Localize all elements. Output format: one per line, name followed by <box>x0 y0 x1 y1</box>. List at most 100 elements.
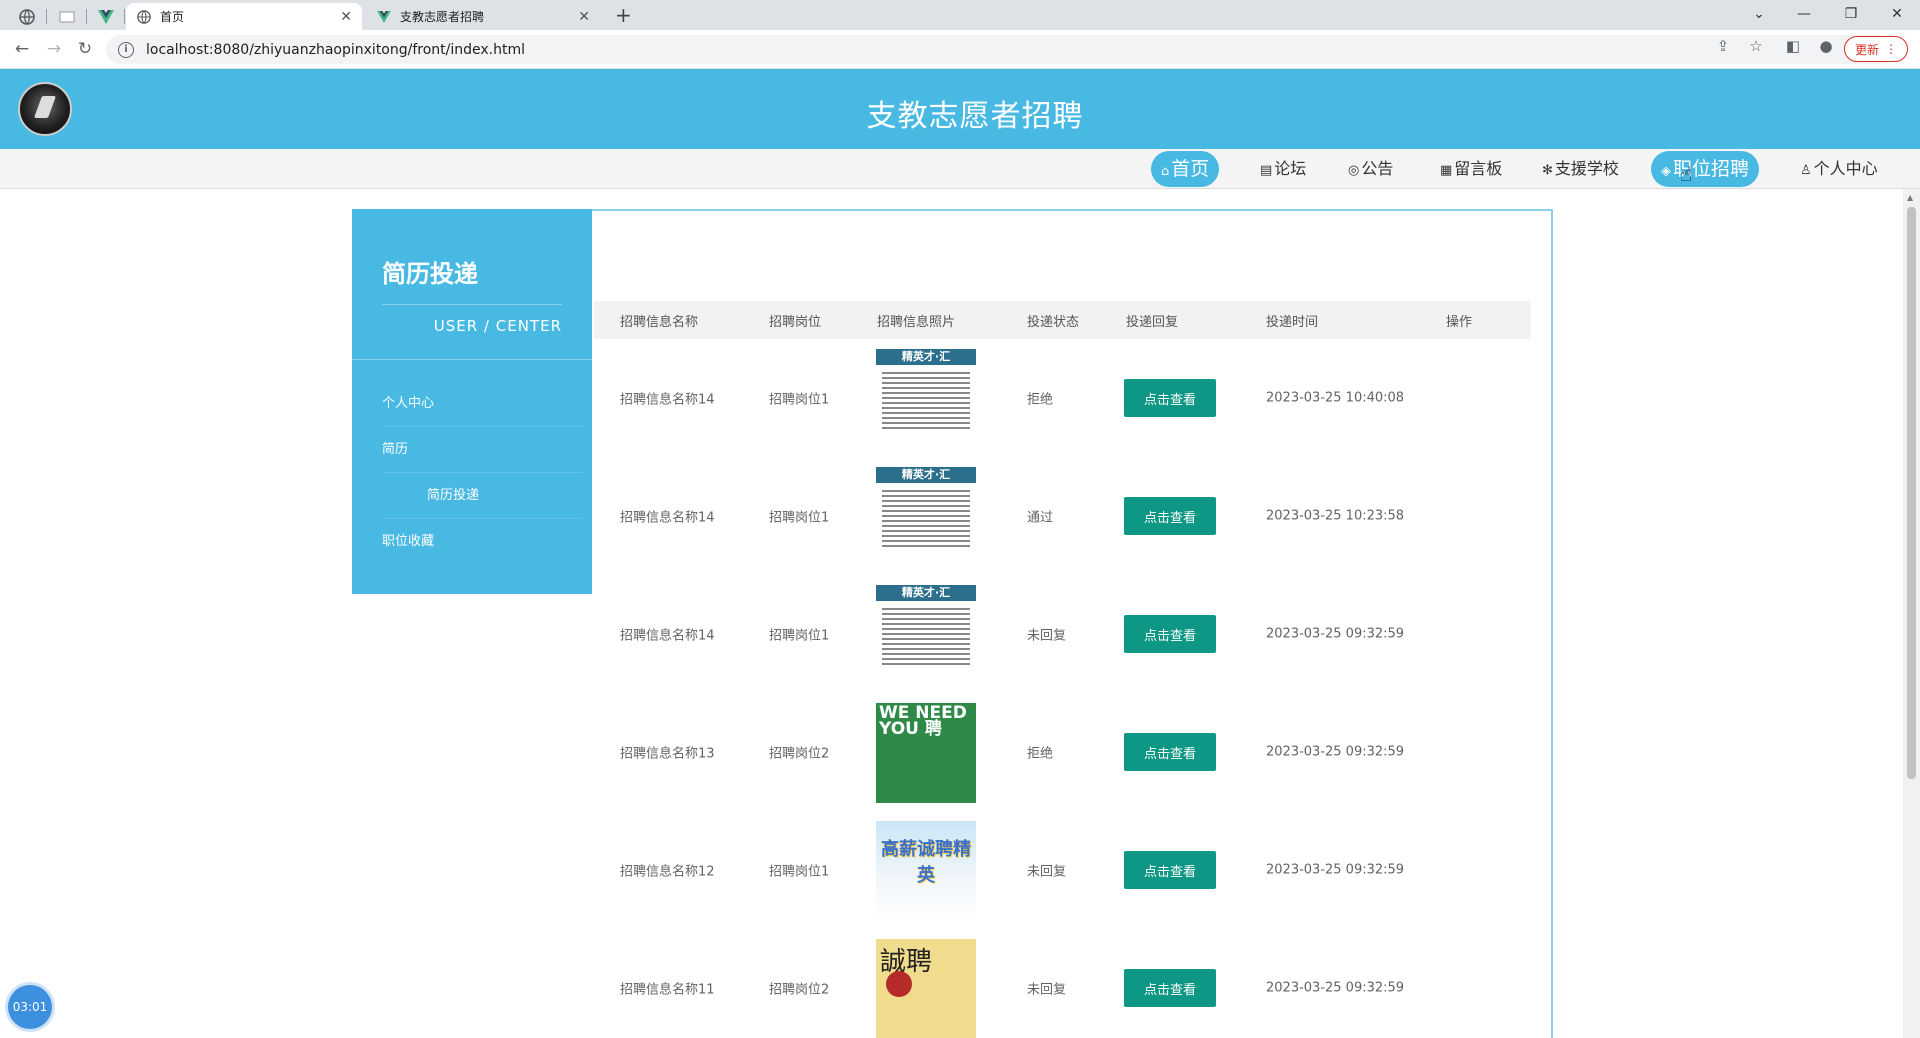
column-header: 招聘信息照片 <box>877 314 956 330</box>
nav-item-forum[interactable]: ▤ 论坛 <box>1250 151 1316 187</box>
tab-title: 首页 <box>160 10 185 24</box>
poster-banner: 精英才·汇 <box>876 349 976 365</box>
profile-avatar-icon[interactable]: ● <box>1814 37 1838 55</box>
nav-label: 公告 <box>1361 159 1394 178</box>
tab-search-chevron-icon[interactable]: ⌄ <box>1744 4 1774 24</box>
job-position: 招聘岗位1 <box>769 392 830 408</box>
job-poster-image: 誠聘 <box>876 939 976 1038</box>
column-header: 投递回复 <box>1126 314 1179 330</box>
forward-arrow-icon[interactable]: → <box>42 38 66 60</box>
delivery-time: 2023-03-25 09:32:59 <box>1266 980 1405 996</box>
view-reply-button[interactable]: 点击查看 <box>1124 497 1216 535</box>
job-position: 招聘岗位1 <box>769 628 830 644</box>
close-icon[interactable]: ✕ <box>340 9 352 25</box>
job-name: 招聘信息名称13 <box>620 746 715 762</box>
job-position: 招聘岗位2 <box>769 982 830 998</box>
column-header: 投递状态 <box>1027 314 1080 330</box>
site-header: 支教志愿者招聘 <box>0 69 1920 149</box>
main-nav: ⌂ 首页 ▤ 论坛 ◎ 公告 ▦ 留言板 ✻ 支援学校 ◈ 职位招聘 ♙ 个人中心 <box>0 149 1920 189</box>
sidebar-divider <box>352 359 592 360</box>
table-row: 招聘信息名称14 招聘岗位1 精英才·汇 未回复 点击查看 2023-03-25… <box>594 575 1531 693</box>
main-content: 招聘信息名称 招聘岗位 招聘信息照片 投递状态 投递回复 投递时间 操作 招聘信… <box>592 209 1553 1038</box>
window-close-icon[interactable]: ✕ <box>1882 4 1912 24</box>
table-row: 招聘信息名称12 招聘岗位1 高薪诚聘精英 未回复 点击查看 2023-03-2… <box>594 811 1531 929</box>
bookmark-star-icon[interactable]: ☆ <box>1744 37 1768 55</box>
nav-item-schools[interactable]: ✻ 支援学校 <box>1532 151 1629 187</box>
sidebar-item-resume-delivery[interactable]: 简历投递 <box>382 473 582 519</box>
sidebar: 简历投递 USER / CENTER 个人中心 简历 简历投递 职位收藏 <box>352 209 592 594</box>
view-reply-button[interactable]: 点击查看 <box>1124 851 1216 889</box>
recording-timer-badge[interactable]: 03:01 <box>8 985 52 1029</box>
tab-volunteer[interactable]: 支教志愿者招聘 ✕ <box>366 3 600 30</box>
nav-item-message-board[interactable]: ▦ 留言板 <box>1430 151 1512 187</box>
job-poster-image: 精英才·汇 <box>876 349 976 449</box>
nav-label: 个人中心 <box>1813 159 1878 178</box>
nav-label: 留言板 <box>1454 159 1503 178</box>
view-reply-button[interactable]: 点击查看 <box>1124 379 1216 417</box>
close-icon[interactable]: ✕ <box>578 9 590 25</box>
delivery-time: 2023-03-25 09:32:59 <box>1266 862 1405 878</box>
update-button[interactable]: 更新 ⋮ <box>1844 36 1908 62</box>
blank-page-icon[interactable] <box>54 3 80 30</box>
nav-item-personal-center[interactable]: ♙ 个人中心 <box>1790 151 1888 187</box>
job-position: 招聘岗位2 <box>769 746 830 762</box>
side-panel-icon[interactable]: ◧ <box>1781 37 1805 55</box>
back-arrow-icon[interactable]: ← <box>10 38 34 60</box>
site-info-icon[interactable]: i <box>118 41 134 58</box>
sidebar-title: 简历投递 <box>382 260 478 288</box>
nav-item-jobs[interactable]: ◈ 职位招聘 <box>1651 151 1760 187</box>
scroll-thumb[interactable] <box>1907 207 1916 779</box>
page-scrollbar[interactable]: ▲ <box>1903 189 1920 1038</box>
nav-label: 支援学校 <box>1554 159 1619 178</box>
job-position: 招聘岗位1 <box>769 510 830 526</box>
browser-tab-bar: 首页 ✕ 支教志愿者招聘 ✕ + ⌄ — ❐ ✕ <box>0 0 1920 30</box>
view-reply-button[interactable]: 点击查看 <box>1124 615 1216 653</box>
more-vert-icon: ⋮ <box>1885 42 1897 56</box>
delivery-status: 拒绝 <box>1027 392 1054 408</box>
sidebar-item-personal-center[interactable]: 个人中心 <box>382 381 582 427</box>
vue-logo-icon <box>376 9 392 25</box>
sidebar-item-job-favorites[interactable]: 职位收藏 <box>382 519 582 565</box>
minimize-icon[interactable]: — <box>1789 4 1819 24</box>
mouse-cursor-icon: ☝ <box>1680 162 1693 186</box>
home-icon: ⌂ <box>1161 164 1170 179</box>
restore-icon[interactable]: ❐ <box>1836 4 1866 24</box>
delivery-status: 未回复 <box>1027 982 1067 998</box>
share-icon[interactable]: ⇪ <box>1711 37 1735 55</box>
update-label: 更新 <box>1854 42 1879 57</box>
reload-icon[interactable]: ↻ <box>73 38 97 60</box>
table-header: 招聘信息名称 招聘岗位 招聘信息照片 投递状态 投递回复 投递时间 操作 <box>594 301 1531 339</box>
delivery-status: 未回复 <box>1027 628 1067 644</box>
view-reply-button[interactable]: 点击查看 <box>1124 733 1216 771</box>
table-row: 招聘信息名称11 招聘岗位2 誠聘 未回复 点击查看 2023-03-25 09… <box>594 929 1531 1038</box>
table-row: 招聘信息名称13 招聘岗位2 WE NEED YOU 聘 拒绝 点击查看 202… <box>594 693 1531 811</box>
sidebar-item-resume[interactable]: 简历 <box>382 427 582 473</box>
nav-item-notice[interactable]: ◎ 公告 <box>1338 151 1403 187</box>
user-icon: ♙ <box>1800 163 1812 178</box>
new-tab-button[interactable]: + <box>615 4 632 26</box>
column-header: 招聘信息名称 <box>620 314 699 330</box>
poster-banner: 精英才·汇 <box>876 585 976 601</box>
url-input[interactable]: i localhost:8080/zhiyuanzhaopinxitong/fr… <box>106 35 1896 64</box>
column-header: 操作 <box>1446 314 1473 330</box>
globe-icon[interactable] <box>14 3 40 30</box>
view-reply-button[interactable]: 点击查看 <box>1124 969 1216 1007</box>
nav-label: 首页 <box>1171 158 1210 180</box>
site-title: 支教志愿者招聘 <box>866 99 1084 134</box>
nav-item-home[interactable]: ⌂ 首页 <box>1151 151 1220 187</box>
job-name: 招聘信息名称12 <box>620 864 715 880</box>
delivery-time: 2023-03-25 09:32:59 <box>1266 744 1405 760</box>
scroll-up-icon[interactable]: ▲ <box>1907 193 1913 202</box>
delivery-time: 2023-03-25 10:23:58 <box>1266 508 1405 524</box>
vue-logo-icon[interactable] <box>93 3 119 30</box>
job-poster-image: 精英才·汇 <box>876 467 976 567</box>
tab-home[interactable]: 首页 ✕ <box>126 3 362 30</box>
delivery-time: 2023-03-25 10:40:08 <box>1266 390 1405 406</box>
job-name: 招聘信息名称14 <box>620 510 715 526</box>
forum-icon: ▤ <box>1260 163 1273 178</box>
column-header: 投递时间 <box>1266 314 1319 330</box>
tab-title: 支教志愿者招聘 <box>400 10 485 24</box>
job-poster-image: 高薪诚聘精英 <box>876 821 976 921</box>
table-row: 招聘信息名称14 招聘岗位1 精英才·汇 拒绝 点击查看 2023-03-25 … <box>594 339 1531 457</box>
job-name: 招聘信息名称14 <box>620 628 715 644</box>
